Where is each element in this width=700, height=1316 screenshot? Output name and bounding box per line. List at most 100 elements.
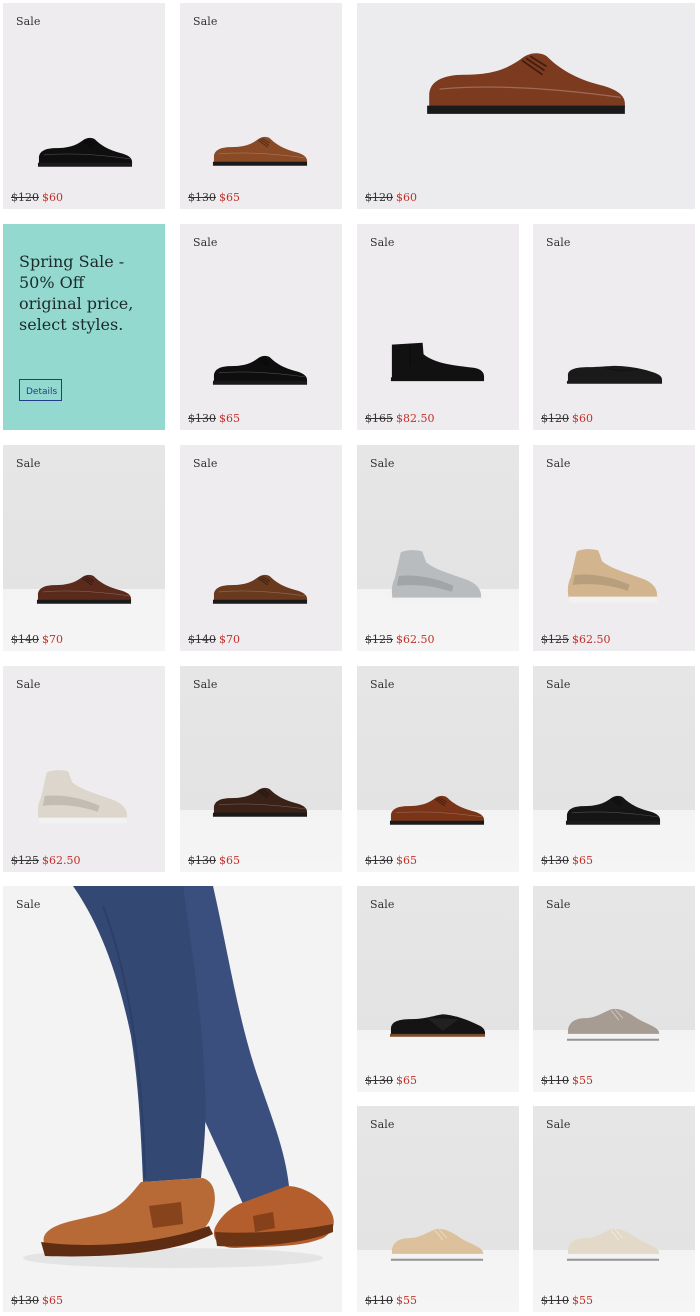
black-derby-shoe-icon (564, 792, 662, 830)
product-card-lifestyle[interactable]: Sale $130 $65 (3, 886, 342, 1312)
beige-knit-sneaker-icon (388, 1224, 486, 1268)
price: $125 $62.50 (11, 854, 81, 867)
price: $140 $70 (11, 633, 63, 646)
price: $165 $82.50 (365, 412, 435, 425)
original-price: $140 (11, 633, 39, 646)
price: $130 $65 (365, 1074, 417, 1087)
sale-price: $65 (219, 412, 240, 425)
brown-oxford-shoe-icon (423, 43, 629, 127)
sale-badge: Sale (370, 678, 395, 691)
details-button[interactable]: Details (19, 379, 62, 401)
sale-price: $82.50 (396, 412, 435, 425)
sale-price: $62.50 (42, 854, 81, 867)
price: $130 $65 (188, 854, 240, 867)
model-wearing-brown-loafers-photo (23, 886, 334, 1268)
product-card[interactable]: Sale $110 $55 (357, 1106, 519, 1312)
original-price: $120 (11, 191, 39, 204)
original-price: $130 (188, 854, 216, 867)
sale-price: $65 (219, 854, 240, 867)
sale-badge: Sale (16, 15, 41, 28)
sale-badge: Sale (370, 898, 395, 911)
product-card[interactable]: Sale $125 $62.50 (533, 445, 695, 651)
sale-badge: Sale (546, 457, 571, 470)
price: $110 $55 (541, 1294, 593, 1307)
product-card[interactable]: Sale $130 $65 (180, 666, 342, 872)
sale-price: $70 (219, 633, 240, 646)
brown-derby-shoe-icon (388, 792, 486, 830)
product-card[interactable]: Sale $125 $62.50 (3, 666, 165, 872)
sale-badge: Sale (193, 236, 218, 249)
sale-badge: Sale (193, 15, 218, 28)
sale-badge: Sale (546, 236, 571, 249)
sale-price: $60 (396, 191, 417, 204)
price: $130 $65 (188, 191, 240, 204)
product-card-featured[interactable]: $120 $60 (357, 3, 695, 209)
price: $110 $55 (365, 1294, 417, 1307)
product-card[interactable]: Sale $140 $70 (180, 445, 342, 651)
cream-high-top-sneaker-icon (33, 766, 131, 830)
product-card[interactable]: Sale $140 $70 (3, 445, 165, 651)
product-card[interactable]: Sale $130 $65 (180, 224, 342, 430)
product-card[interactable]: Sale $110 $55 (533, 886, 695, 1092)
sale-badge: Sale (546, 678, 571, 691)
original-price: $125 (11, 854, 39, 867)
original-price: $130 (365, 854, 393, 867)
product-card[interactable]: Sale $120 $60 (533, 224, 695, 430)
sale-price: $55 (572, 1074, 593, 1087)
cream-knit-sneaker-icon (564, 1224, 662, 1268)
sale-badge: Sale (546, 1118, 571, 1131)
price: $130 $65 (365, 854, 417, 867)
sale-badge: Sale (370, 457, 395, 470)
sale-badge: Sale (193, 457, 218, 470)
original-price: $140 (188, 633, 216, 646)
sale-price: $62.50 (396, 633, 435, 646)
original-price: $120 (541, 412, 569, 425)
brown-oxford-shoe-icon (211, 133, 309, 171)
original-price: $130 (188, 191, 216, 204)
price: $140 $70 (188, 633, 240, 646)
original-price: $130 (365, 1074, 393, 1087)
product-card[interactable]: Sale $165 $82.50 (357, 224, 519, 430)
brown-suede-derby-icon (211, 571, 309, 609)
product-card[interactable]: Sale $125 $62.50 (357, 445, 519, 651)
product-card[interactable]: Sale $120 $60 (3, 3, 165, 209)
price: $130 $65 (11, 1294, 63, 1307)
sale-price: $65 (396, 854, 417, 867)
dark-brown-derby-icon (211, 784, 309, 822)
price: $125 $62.50 (365, 633, 435, 646)
original-price: $130 (188, 412, 216, 425)
product-card[interactable]: Sale $130 $65 (533, 666, 695, 872)
black-oxford-shoe-icon (211, 352, 309, 390)
black-oxford-shoe-icon (36, 135, 134, 171)
sale-price: $70 (42, 633, 63, 646)
promo-banner: Spring Sale - 50% Off original price, se… (3, 224, 165, 430)
original-price: $125 (365, 633, 393, 646)
product-card[interactable]: Sale $130 $65 (357, 886, 519, 1092)
product-card[interactable]: Sale $130 $65 (180, 3, 342, 209)
brown-derby-shoe-icon (35, 571, 133, 609)
black-slip-on-shoe-icon (388, 1008, 486, 1042)
original-price: $130 (541, 854, 569, 867)
sale-badge: Sale (193, 678, 218, 691)
sale-badge: Sale (370, 236, 395, 249)
price: $130 $65 (188, 412, 240, 425)
sale-price: $65 (396, 1074, 417, 1087)
sale-price: $60 (42, 191, 63, 204)
sale-price: $55 (572, 1294, 593, 1307)
sale-price: $65 (219, 191, 240, 204)
original-price: $110 (541, 1294, 569, 1307)
sale-badge: Sale (546, 898, 571, 911)
product-card[interactable]: Sale $110 $55 (533, 1106, 695, 1312)
sale-price: $65 (572, 854, 593, 867)
price: $120 $60 (365, 191, 417, 204)
price: $120 $60 (541, 412, 593, 425)
original-price: $130 (11, 1294, 39, 1307)
price: $125 $62.50 (541, 633, 611, 646)
original-price: $165 (365, 412, 393, 425)
promo-headline: Spring Sale - 50% Off original price, se… (19, 252, 134, 334)
sale-price: $65 (42, 1294, 63, 1307)
grey-knit-sneaker-icon (564, 1004, 662, 1048)
sale-badge: Sale (370, 1118, 395, 1131)
black-loafer-icon (565, 356, 663, 388)
product-card[interactable]: Sale $130 $65 (357, 666, 519, 872)
